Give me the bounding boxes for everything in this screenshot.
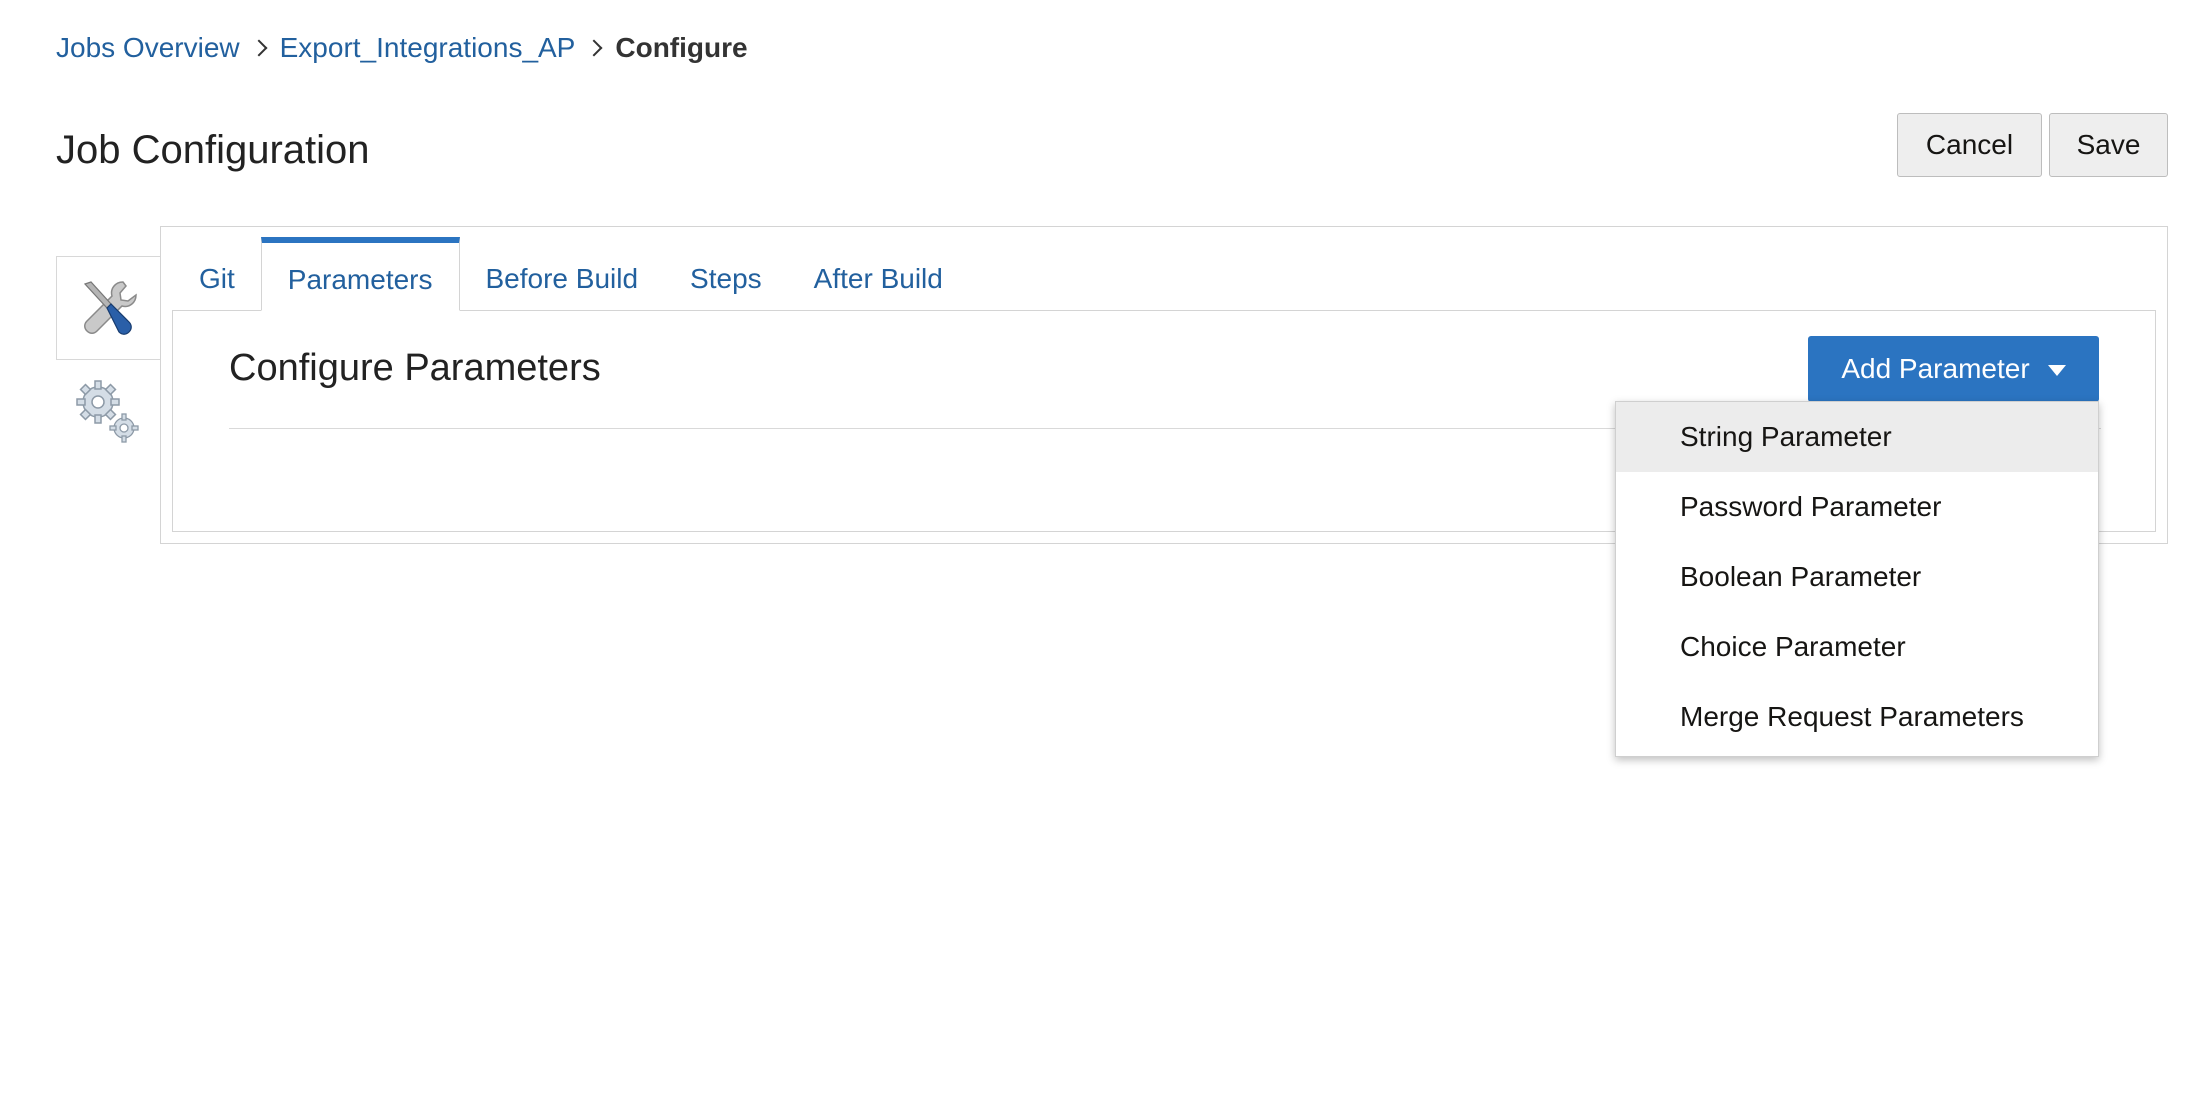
add-parameter-button[interactable]: Add Parameter [1808, 336, 2099, 402]
tab-before-build[interactable]: Before Build [460, 237, 665, 311]
tab-after-build[interactable]: After Build [788, 237, 969, 311]
gears-icon [76, 380, 139, 443]
breadcrumb-link-jobs-overview[interactable]: Jobs Overview [56, 32, 240, 64]
menu-item-password-parameter[interactable]: Password Parameter [1616, 472, 2098, 542]
breadcrumb: Jobs Overview Export_Integrations_AP Con… [56, 28, 748, 68]
config-icon-rail [56, 256, 162, 464]
section-title: Configure Parameters [229, 347, 601, 389]
tab-steps[interactable]: Steps [664, 237, 788, 311]
menu-item-string-parameter[interactable]: String Parameter [1616, 402, 2098, 472]
menu-item-merge-request-parameters[interactable]: Merge Request Parameters [1616, 682, 2098, 752]
chevron-right-icon [575, 28, 615, 68]
breadcrumb-current: Configure [615, 32, 748, 63]
caret-down-icon [2047, 364, 2066, 376]
add-parameter-label: Add Parameter [1841, 353, 2030, 384]
tab-bar: Git Parameters Before Build Steps After … [173, 237, 969, 311]
tab-parameters[interactable]: Parameters [260, 237, 460, 311]
chevron-right-icon [240, 28, 280, 68]
rail-item-general[interactable] [56, 256, 160, 360]
menu-item-choice-parameter[interactable]: Choice Parameter [1616, 612, 2098, 682]
tools-icon [83, 281, 137, 335]
add-parameter-menu: String Parameter Password Parameter Bool… [1615, 401, 2099, 757]
tab-git[interactable]: Git [173, 237, 261, 311]
rail-item-advanced[interactable] [56, 360, 160, 464]
menu-item-boolean-parameter[interactable]: Boolean Parameter [1616, 542, 2098, 612]
save-button[interactable]: Save [2049, 113, 2168, 177]
breadcrumb-link-job[interactable]: Export_Integrations_AP [280, 32, 576, 64]
cancel-button[interactable]: Cancel [1897, 113, 2042, 177]
page-title: Job Configuration [56, 128, 370, 172]
